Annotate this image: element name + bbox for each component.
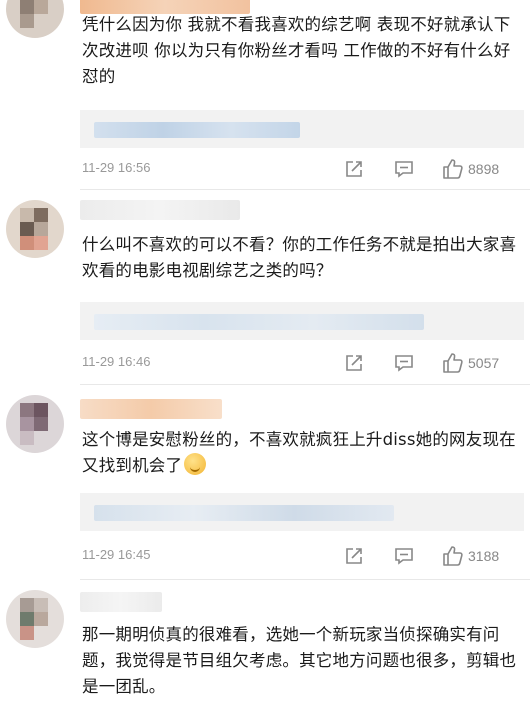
username-blurred[interactable] [80, 200, 240, 220]
like-count: 5057 [468, 355, 500, 371]
comment-button[interactable] [394, 545, 414, 567]
shushing-face-emoji [184, 453, 207, 475]
comment-text: 那一期明侦真的很难看，选她一个新玩家当侦探确实有问题，我觉得是节目组欠考虑。其它… [82, 625, 517, 696]
share-icon [346, 355, 362, 371]
reply-preview[interactable] [80, 110, 524, 148]
share-button[interactable] [344, 158, 364, 180]
like-button[interactable]: 8898 [442, 158, 499, 180]
comment-button[interactable] [394, 352, 414, 374]
comment-meta: 11-29 16:46 5057 [82, 352, 522, 374]
comment-text: 凭什么因为你 我就不看我喜欢的综艺啊 表现不好就承认下次改进呗 你以为只有你粉丝… [82, 15, 511, 86]
comment-item: 什么叫不喜欢的可以不看？你的工作任务不就是拍出大家喜欢看的电影电视剧综艺之类的吗… [0, 190, 530, 385]
comment-item: 这个博是安慰粉丝的，不喜欢就疯狂上升diss她的网友现在又找到机会了 11-29… [0, 385, 530, 580]
thumbs-up-icon [443, 353, 463, 373]
timestamp: 11-29 16:46 [82, 354, 151, 369]
comment-icon [395, 548, 413, 565]
comment-meta: 11-29 16:56 8898 [82, 158, 522, 180]
comment-text: 什么叫不喜欢的可以不看？你的工作任务不就是拍出大家喜欢看的电影电视剧综艺之类的吗… [82, 235, 517, 280]
avatar[interactable] [6, 200, 64, 258]
reply-preview[interactable] [80, 302, 524, 340]
like-count: 3188 [468, 548, 500, 564]
share-button[interactable] [344, 352, 364, 374]
comment-icon [395, 355, 413, 372]
avatar[interactable] [6, 395, 64, 453]
comment-icon [395, 161, 413, 178]
like-button[interactable]: 3188 [442, 545, 499, 567]
timestamp: 11-29 16:56 [82, 160, 151, 175]
thumbs-up-icon [443, 159, 463, 179]
like-count: 8898 [468, 161, 500, 177]
avatar[interactable] [6, 590, 64, 648]
reply-preview[interactable] [80, 493, 524, 531]
avatar[interactable] [6, 0, 64, 38]
comment-item: 凭什么因为你 我就不看我喜欢的综艺啊 表现不好就承认下次改进呗 你以为只有你粉丝… [0, 0, 530, 190]
comment-item: 那一期明侦真的很难看，选她一个新玩家当侦探确实有问题，我觉得是节目组欠考虑。其它… [0, 580, 530, 707]
timestamp: 11-29 16:45 [82, 547, 151, 562]
comment-meta: 11-29 16:45 3188 [82, 545, 522, 567]
comment-button[interactable] [394, 158, 414, 180]
username-blurred[interactable] [80, 399, 222, 419]
share-button[interactable] [344, 545, 364, 567]
like-button[interactable]: 5057 [442, 352, 499, 374]
share-icon [346, 548, 362, 564]
share-icon [346, 161, 362, 177]
thumbs-up-icon [443, 546, 463, 566]
comment-text: 这个博是安慰粉丝的，不喜欢就疯狂上升diss她的网友现在又找到机会了 [82, 430, 516, 475]
username-blurred[interactable] [80, 592, 162, 612]
